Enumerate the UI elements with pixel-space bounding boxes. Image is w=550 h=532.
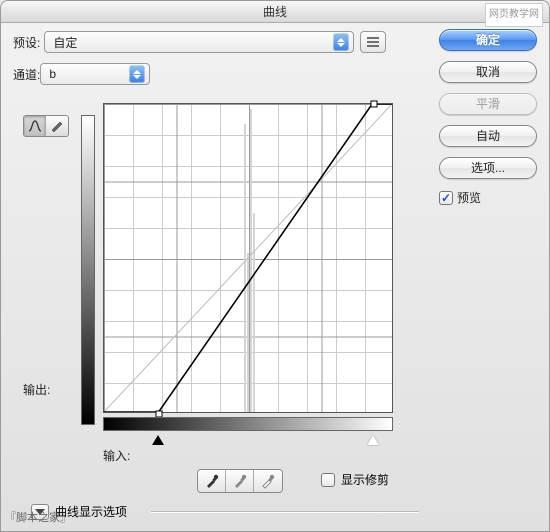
titlebar[interactable]: 曲线 网页教学网: [1, 1, 549, 23]
eyedropper-icon: [260, 473, 276, 489]
show-clipping-label: 显示修剪: [341, 471, 389, 488]
options-button[interactable]: 选项...: [439, 157, 537, 179]
dialog-content: 预设: 自定 通道: b 确定 取消 平滑 自动 选项... 预览: [1, 23, 549, 531]
pencil-icon: [50, 120, 64, 132]
smooth-button: 平滑: [439, 93, 537, 115]
curves-dialog: 曲线 网页教学网 预设: 自定 通道: b 确定 取消 平滑 自动: [0, 0, 550, 532]
auto-button[interactable]: 自动: [439, 125, 537, 147]
show-clipping-checkbox[interactable]: [321, 473, 335, 487]
output-label: 输出:: [23, 381, 50, 398]
preview-checkbox[interactable]: [439, 191, 453, 205]
dialog-title: 曲线: [263, 5, 287, 19]
preset-value: 自定: [53, 34, 77, 51]
channel-label: 通道:: [13, 66, 40, 83]
white-point-handle[interactable]: [371, 101, 378, 108]
eyedropper-icon: [232, 473, 248, 489]
menu-icon: [366, 37, 380, 47]
channel-value: b: [49, 67, 56, 81]
eyedropper-icon: [204, 473, 220, 489]
curve-graph-area: [73, 103, 363, 413]
preset-menu-button[interactable]: [360, 31, 386, 53]
preview-label: 预览: [457, 189, 481, 206]
pencil-tool-button[interactable]: [46, 116, 68, 136]
curve-tool-button[interactable]: [24, 116, 46, 136]
black-slider[interactable]: [152, 435, 164, 445]
input-slider-track: [103, 435, 393, 449]
ok-button[interactable]: 确定: [439, 29, 537, 51]
right-button-column: 确定 取消 平滑 自动 选项... 预览: [439, 29, 537, 206]
white-eyedropper-button[interactable]: [254, 470, 282, 492]
eyedropper-group: [197, 469, 283, 493]
cancel-button[interactable]: 取消: [439, 61, 537, 83]
separator: [151, 511, 419, 512]
select-arrows-icon: [333, 33, 349, 51]
preset-select[interactable]: 自定: [44, 31, 354, 53]
preview-row: 预览: [439, 189, 537, 206]
curve-grid[interactable]: [103, 103, 393, 413]
show-clipping-row: 显示修剪: [321, 471, 389, 488]
curve-svg: [104, 104, 392, 412]
black-eyedropper-button[interactable]: [198, 470, 226, 492]
curve-tool-toggle: [23, 115, 69, 137]
gray-eyedropper-button[interactable]: [226, 470, 254, 492]
curve-icon: [28, 120, 42, 132]
preset-label: 预设:: [13, 34, 40, 51]
preset-row: 预设: 自定: [13, 31, 386, 53]
watermark-bottom: 『脚本之家』: [5, 509, 71, 525]
select-arrows-icon: [129, 65, 145, 83]
input-label: 输入:: [103, 447, 130, 464]
white-slider[interactable]: [367, 435, 379, 445]
channel-select[interactable]: b: [40, 63, 150, 85]
input-gradient: [103, 417, 393, 431]
channel-row: 通道: b: [13, 63, 150, 85]
